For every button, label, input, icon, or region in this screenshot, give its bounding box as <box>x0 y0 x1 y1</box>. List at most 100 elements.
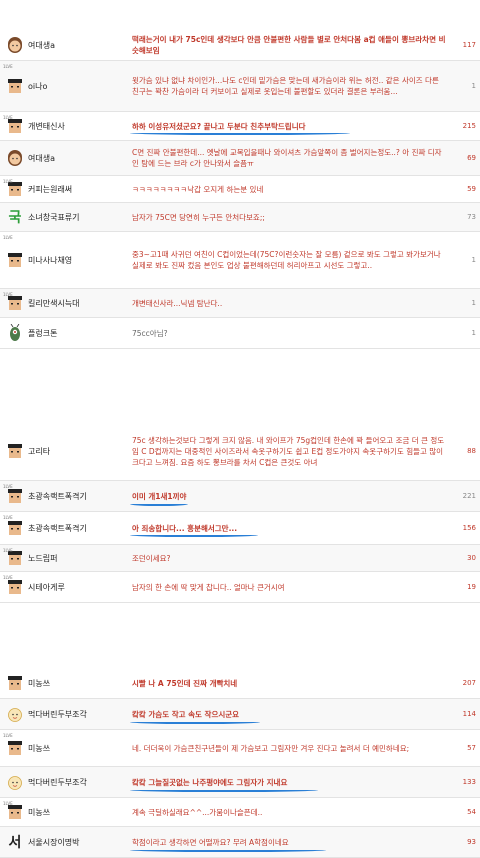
student-icon <box>2 422 28 480</box>
comment-nickname[interactable]: oi나o <box>28 81 128 92</box>
comment-text: 75cc아님? <box>132 328 168 338</box>
comment-nickname[interactable]: 커피는원래써 <box>28 184 128 195</box>
comment-row: 먹다버린두부조각 캌캌 가슴도 작고 속도 작으시군요 114 <box>0 699 480 730</box>
like-count: 93 <box>467 838 476 846</box>
comment-nickname[interactable]: 서울시장이명박 <box>28 837 128 848</box>
comment-nickname[interactable]: 플렁크톤 <box>28 328 128 339</box>
student-icon: 1LVE <box>2 176 28 202</box>
baby-icon <box>2 699 28 729</box>
student-icon <box>2 668 28 698</box>
like-count: 57 <box>467 744 476 752</box>
comment-row: 1LVE 초광속랙트폭격기 아 죄송합니다... 흥분해서그만... 156 <box>0 512 480 545</box>
comment-section-3: 미농쓰 시빨 나 A 75인데 진짜 개빡치네 207 먹다버린두부조각 캌캌 … <box>0 668 480 858</box>
comment-row: 1LVE 초광속랙트폭격기 이미 개1새1끼야 221 <box>0 481 480 512</box>
comment-nickname[interactable]: 여대생a <box>28 153 128 164</box>
student-icon: 1LVE <box>2 572 28 602</box>
like-count: 54 <box>467 808 476 816</box>
comment-text: 남자가 75C면 당연히 누구든 안처다보죠;; <box>132 212 265 222</box>
baby-icon <box>2 767 28 797</box>
comment-row: 플렁크톤 75cc아님? 1 <box>0 318 480 349</box>
comment-nickname[interactable]: 시테아게루 <box>28 582 128 593</box>
student-icon: 1LVE <box>2 481 28 511</box>
student-icon: 1LVE <box>2 730 28 766</box>
girl-icon <box>2 141 28 175</box>
comment-nickname[interactable]: 미농쓰 <box>28 678 128 689</box>
student-icon: 1LVE <box>2 232 28 288</box>
comment-nickname[interactable]: 미농쓰 <box>28 807 128 818</box>
comment-section-2: 고리타 75c 생각하는것보다 그렇게 크지 않음. 내 와이프가 75g컵인데… <box>0 422 480 603</box>
comment-row: 먹다버린두부조각 캌캌 그늘질곳없는 나주평야에도 그림자가 지내요 133 <box>0 767 480 798</box>
student-icon: 1LVE <box>2 112 28 140</box>
comment-nickname[interactable]: 미나사나채영 <box>28 255 128 266</box>
comment-nickname[interactable]: 고리타 <box>28 446 128 457</box>
like-count: 114 <box>462 710 476 718</box>
comment-row: 서 서울시장이명박 학점이라고 생각하면 어떨까요? 무려 A학점이네요 93 <box>0 827 480 858</box>
student-icon: 1LVE <box>2 512 28 544</box>
like-count: 221 <box>462 492 476 500</box>
like-count: 88 <box>467 447 476 455</box>
comment-row: 1LVE 커피는원래써 ㅋㅋㅋㅋㅋㅋㅋㅋ낙갑 오지게 하는분 있네 59 <box>0 176 480 203</box>
seo-icon: 서 <box>8 835 22 851</box>
like-count: 69 <box>467 154 476 162</box>
student-icon: 1LVE <box>2 798 28 826</box>
comment-row: 여대생a 떡래는거이 내가 75c인데 생각보다 안큼 안불편한 사람들 별로 … <box>0 30 480 61</box>
comment-row: 여대생a C면 진짜 안불편한데... 옛날에 교복입을때나 와이셔츠 가슴앞쪽… <box>0 141 480 176</box>
highlight-underline <box>130 130 350 135</box>
student-icon: 1LVE <box>2 545 28 571</box>
comment-nickname[interactable]: 미농쓰 <box>28 743 128 754</box>
comment-row: 1LVE 미농쓰 계속 극딜하실래요^^...가뭄이나슬픈데.. 54 <box>0 798 480 827</box>
comment-text: 네. 더더욱이 가슴큰친구년들이 제 가슴보고 그림자만 겨우 진다고 놀려서 … <box>132 743 410 753</box>
comment-row: 1LVE 노드립퍼 조던이세요? 30 <box>0 545 480 572</box>
comment-text: C면 진짜 안불편한데... 옛날에 교복입을때나 와이셔츠 가슴앞쪽이 좀 벌… <box>132 148 442 168</box>
highlight-underline <box>130 532 258 537</box>
comment-nickname[interactable]: 초광속랙트폭격기 <box>28 523 128 534</box>
comment-text: 윗가슴 있냐 없냐 차이인가...나도 c인데 밑가슴은 맞는데 새가슴이라 위… <box>132 76 439 96</box>
like-count: 207 <box>462 679 476 687</box>
comment-row: 1LVE 개변태신사 하하 이성유저셨군요? 끝나고 두분다 친추부탁드립니다 … <box>0 112 480 141</box>
comment-row: 미농쓰 시빨 나 A 75인데 진짜 개빡치네 207 <box>0 668 480 699</box>
comment-text: 남자의 한 손에 딱 맞게 찹니다.. 얼마나 큰거시여 <box>132 582 285 592</box>
like-count: 30 <box>467 554 476 562</box>
student-icon: 1LVE <box>2 289 28 317</box>
comment-text: 75c 생각하는것보다 그렇게 크지 않음. 내 와이프가 75g컵인데 한손에… <box>132 435 445 467</box>
like-count: 133 <box>462 778 476 786</box>
highlight-underline <box>130 719 260 724</box>
comment-row: 1LVE 킬리만색시늑대 개변태신사라...닉넴 탐난다.. 1 <box>0 289 480 318</box>
highlight-underline <box>130 501 188 506</box>
like-count: 1 <box>471 82 476 90</box>
student-icon: 1LVE <box>2 61 28 111</box>
girl-icon <box>2 30 28 60</box>
like-count: 59 <box>467 185 476 193</box>
like-count: 1 <box>471 299 476 307</box>
comment-nickname[interactable]: 소녀창국표류기 <box>28 212 128 223</box>
comment-nickname[interactable]: 먹다버린두부조각 <box>28 709 128 720</box>
like-count: 1 <box>471 329 476 337</box>
like-count: 156 <box>462 524 476 532</box>
comment-text: 계속 극딜하실래요^^...가뭄이나슬픈데.. <box>132 807 263 817</box>
comment-nickname[interactable]: 초광속랙트폭격기 <box>28 491 128 502</box>
comment-nickname[interactable]: 노드립퍼 <box>28 553 128 564</box>
comment-row: 고리타 75c 생각하는것보다 그렇게 크지 않음. 내 와이프가 75g컵인데… <box>0 422 480 481</box>
comment-nickname[interactable]: 킬리만색시늑대 <box>28 298 128 309</box>
highlight-underline <box>130 787 318 792</box>
like-count: 117 <box>462 41 476 49</box>
comment-text: 개변태신사라...닉넴 탐난다.. <box>132 298 223 308</box>
comment-nickname[interactable]: 개변태신사 <box>28 121 128 132</box>
like-count: 19 <box>467 583 476 591</box>
comment-row: 1LVE 미농쓰 네. 더더욱이 가슴큰친구년들이 제 가슴보고 그림자만 겨우… <box>0 730 480 767</box>
comment-section-1: 여대생a 떡래는거이 내가 75c인데 생각보다 안큼 안불편한 사람들 별로 … <box>0 30 480 349</box>
like-count: 215 <box>462 122 476 130</box>
comment-row: 1LVE 미나사나채영 중3~고1때 사귀던 여친이 C컵이었는데(75C?이런… <box>0 232 480 289</box>
highlight-underline <box>130 847 326 852</box>
comment-text: 조던이세요? <box>132 553 171 563</box>
comment-text: 중3~고1때 사귀던 여친이 C컵이었는데(75C?이런숫자는 잘 모름) 겉으… <box>132 250 441 270</box>
guk-icon: 국 <box>8 210 22 226</box>
comment-text: 시빨 나 A 75인데 진짜 개빡치네 <box>132 678 238 688</box>
comment-text: 떡래는거이 내가 75c인데 생각보다 안큼 안불편한 사람들 별로 안처다봄 … <box>132 35 446 55</box>
plankton-icon <box>2 318 28 348</box>
comment-nickname[interactable]: 먹다버린두부조각 <box>28 777 128 788</box>
comment-nickname[interactable]: 여대생a <box>28 40 128 51</box>
comment-row: 1LVE oi나o 윗가슴 있냐 없냐 차이인가...나도 c인데 밑가슴은 맞… <box>0 61 480 112</box>
comment-row: 1LVE 시테아게루 남자의 한 손에 딱 맞게 찹니다.. 얼마나 큰거시여 … <box>0 572 480 603</box>
comment-row: 국 소녀창국표류기 남자가 75C면 당연히 누구든 안처다보죠;; 73 <box>0 203 480 232</box>
